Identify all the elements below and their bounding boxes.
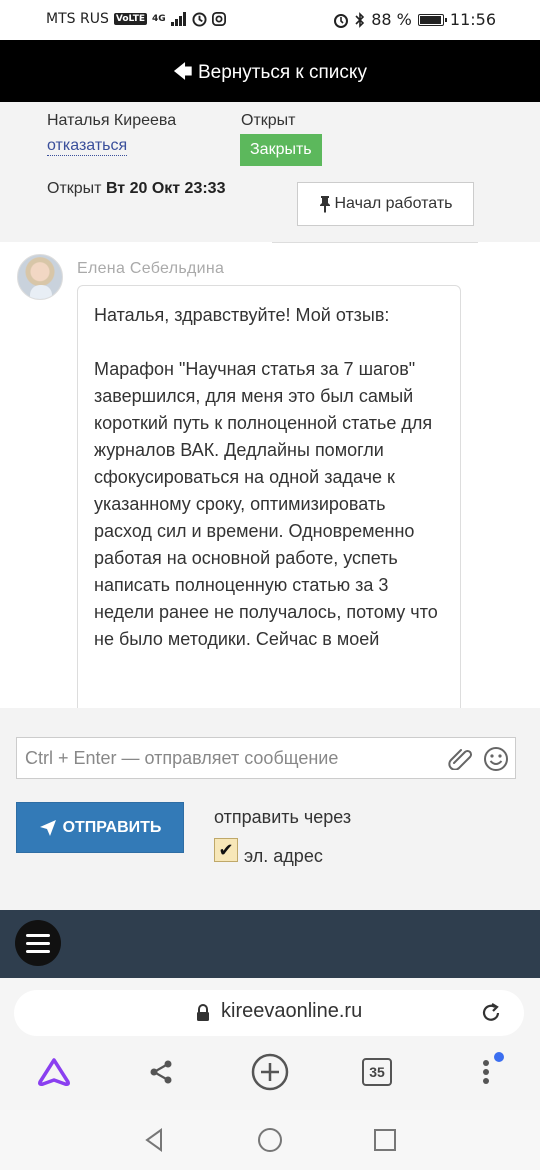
alice-assistant-button[interactable]: [34, 1052, 74, 1092]
notification-dot: [494, 1052, 504, 1062]
plus-circle-icon: [251, 1053, 289, 1091]
divider: [272, 242, 478, 243]
battery-icon: [417, 13, 447, 26]
send-label: ОТПРАВИТЬ: [62, 818, 162, 836]
opened-date: Вт 20 Окт 23:33: [105, 180, 226, 197]
sync-icon: [192, 11, 207, 27]
send-button[interactable]: ОТПРАВИТЬ: [16, 802, 184, 853]
start-work-label: Начал работать: [334, 195, 453, 212]
paper-plane-icon: [39, 819, 56, 836]
avatar: [17, 254, 63, 300]
ticket-header: Наталья Киреева отказаться Открыт Закрыт…: [0, 102, 540, 242]
more-vertical-icon: [483, 1060, 489, 1084]
hamburger-icon-line: [26, 949, 50, 953]
pin-icon: [319, 196, 330, 213]
close-ticket-button[interactable]: Закрыть: [240, 134, 322, 166]
recent-apps-icon[interactable]: [371, 1126, 399, 1154]
message-thread[interactable]: Елена Себельдина Наталья, здравствуйте! …: [0, 242, 540, 708]
system-navigation-bar: [0, 1110, 540, 1170]
back-to-list-label: Вернуться к списку: [197, 62, 367, 83]
share-icon: [150, 1060, 172, 1084]
back-bar: 🡄 Вернуться к списку: [0, 40, 540, 102]
email-checkbox[interactable]: ✔: [214, 838, 238, 862]
arrow-left-icon: 🡄: [173, 62, 193, 83]
home-circle-icon[interactable]: [256, 1126, 284, 1154]
status-bar: MTS RUS VoLTE 4G 88 % 11:56: [0, 0, 540, 40]
alarm-icon: [334, 13, 349, 28]
message-body: Марафон "Научная статья за 7 шагов" заве…: [94, 359, 438, 649]
browser-chrome: kireevaonline.ru 35: [0, 978, 540, 1110]
more-menu-button[interactable]: [466, 1052, 506, 1092]
lock-icon: [197, 1004, 209, 1021]
composer: ОТПРАВИТЬ отправить через ✔ эл. адрес: [0, 708, 540, 910]
back-triangle-icon[interactable]: [141, 1126, 169, 1154]
share-button[interactable]: [141, 1052, 181, 1092]
battery-percent: 88 %: [371, 10, 412, 29]
network-type-label: 4G: [152, 14, 166, 24]
signal-icon: [170, 12, 186, 26]
address-bar[interactable]: kireevaonline.ru: [14, 990, 524, 1036]
instagram-icon: [211, 12, 226, 26]
ticket-status: Открыт: [241, 112, 296, 129]
send-via-label: отправить через: [214, 807, 352, 827]
clock: 11:56: [449, 10, 496, 29]
emoji-icon[interactable]: [483, 746, 509, 772]
volte-icon: VoLTE: [113, 13, 148, 25]
email-label: эл. адрес: [244, 846, 323, 866]
start-work-button[interactable]: Начал работать: [297, 182, 474, 226]
hamburger-icon-line: [26, 933, 50, 937]
site-menu-bar: [0, 910, 540, 978]
tabs-count: 35: [362, 1058, 392, 1086]
new-tab-button[interactable]: [250, 1052, 290, 1092]
message-input-box: [16, 737, 516, 779]
bluetooth-icon: [355, 11, 365, 28]
refuse-link[interactable]: отказаться: [47, 137, 128, 156]
hamburger-menu-button[interactable]: [15, 920, 61, 966]
opened-prefix: Открыт: [47, 180, 102, 197]
message-input[interactable]: [17, 738, 437, 778]
assignee-name: Наталья Киреева: [47, 112, 177, 129]
message-greeting: Наталья, здравствуйте! Мой отзыв:: [94, 305, 390, 325]
carrier-label: MTS RUS: [46, 11, 109, 27]
opened-info: Открыт Вт 20 Окт 23:33: [47, 180, 225, 198]
paperclip-icon[interactable]: [447, 746, 473, 770]
tabs-button[interactable]: 35: [357, 1052, 397, 1092]
message-author: Елена Себельдина: [77, 260, 225, 277]
hamburger-icon-line: [26, 941, 50, 945]
alice-icon: [38, 1058, 70, 1086]
message-bubble: Наталья, здравствуйте! Мой отзыв: Марафо…: [77, 285, 461, 708]
back-to-list-link[interactable]: 🡄 Вернуться к списку: [0, 58, 540, 90]
checkmark-icon: ✔: [218, 839, 234, 860]
reload-icon[interactable]: [480, 1002, 502, 1024]
url-text: kireevaonline.ru: [221, 1000, 363, 1022]
